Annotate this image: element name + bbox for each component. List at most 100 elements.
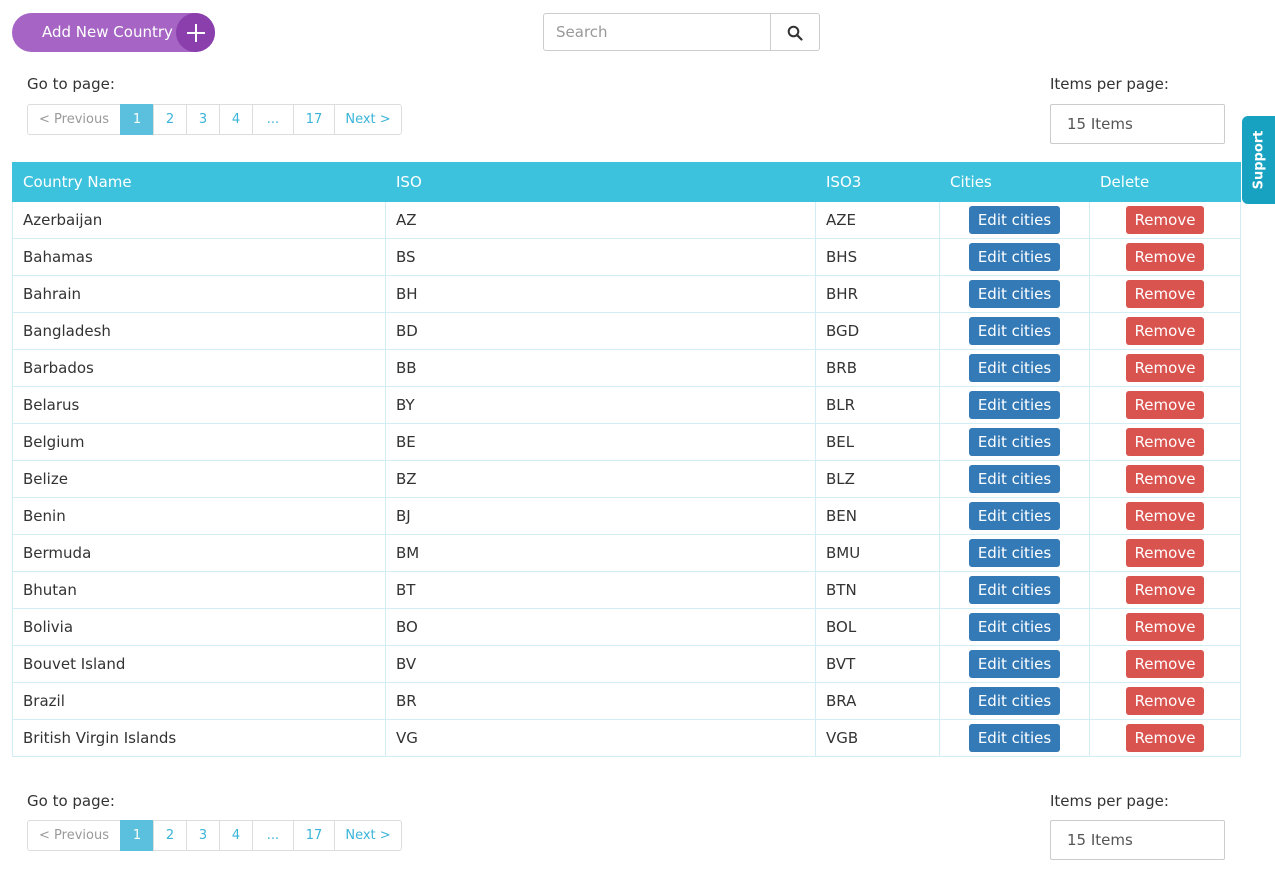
search-input[interactable] <box>544 14 770 50</box>
iso-cell: BE <box>385 423 816 461</box>
page-1-button[interactable]: 1 <box>120 104 154 135</box>
column-header-iso[interactable]: ISO <box>385 162 816 202</box>
edit-cities-button[interactable]: Edit cities <box>968 354 1061 382</box>
page-ellipsis[interactable]: ... <box>252 104 294 135</box>
page-4-button[interactable]: 4 <box>219 104 253 135</box>
cities-cell: Edit cities <box>939 534 1090 572</box>
support-tab[interactable]: Support <box>1242 116 1275 204</box>
page-2-button[interactable]: 2 <box>153 820 187 851</box>
cities-cell: Edit cities <box>939 497 1090 535</box>
delete-cell: Remove <box>1089 201 1241 239</box>
remove-button[interactable]: Remove <box>1125 502 1205 530</box>
page-1-button[interactable]: 1 <box>120 820 154 851</box>
remove-button[interactable]: Remove <box>1125 317 1205 345</box>
page-3-button[interactable]: 3 <box>186 104 220 135</box>
next-page-button[interactable]: Next > <box>334 104 402 135</box>
country-name-cell: Bouvet Island <box>12 645 386 683</box>
iso-cell: BT <box>385 571 816 609</box>
remove-button[interactable]: Remove <box>1125 354 1205 382</box>
remove-button[interactable]: Remove <box>1125 576 1205 604</box>
previous-page-button[interactable]: < Previous <box>27 820 121 851</box>
edit-cities-button[interactable]: Edit cities <box>968 687 1061 715</box>
remove-button[interactable]: Remove <box>1125 613 1205 641</box>
remove-button[interactable]: Remove <box>1125 650 1205 678</box>
table-row: Bouvet Island BV BVT Edit cities Remove <box>12 645 1241 683</box>
column-header-cities: Cities <box>939 162 1090 202</box>
items-per-page-label-bottom: Items per page: <box>1050 792 1169 810</box>
table-row: Benin BJ BEN Edit cities Remove <box>12 497 1241 535</box>
previous-page-button[interactable]: < Previous <box>27 104 121 135</box>
edit-cities-button[interactable]: Edit cities <box>968 391 1061 419</box>
cities-cell: Edit cities <box>939 386 1090 424</box>
remove-button[interactable]: Remove <box>1125 687 1205 715</box>
iso3-cell: VGB <box>815 719 940 757</box>
cities-cell: Edit cities <box>939 349 1090 387</box>
edit-cities-button[interactable]: Edit cities <box>968 650 1061 678</box>
country-name-cell: Bahrain <box>12 275 386 313</box>
edit-cities-button[interactable]: Edit cities <box>968 280 1061 308</box>
iso-cell: BS <box>385 238 816 276</box>
column-header-iso3[interactable]: ISO3 <box>815 162 940 202</box>
edit-cities-button[interactable]: Edit cities <box>968 502 1061 530</box>
country-name-cell: Bermuda <box>12 534 386 572</box>
items-per-page-label-top: Items per page: <box>1050 75 1169 93</box>
table-row: Bermuda BM BMU Edit cities Remove <box>12 534 1241 572</box>
iso-cell: BJ <box>385 497 816 535</box>
items-per-page-select-top[interactable]: 15 Items <box>1050 104 1225 144</box>
column-header-country-name[interactable]: Country Name <box>12 162 386 202</box>
iso-cell: BV <box>385 645 816 683</box>
delete-cell: Remove <box>1089 534 1241 572</box>
cities-cell: Edit cities <box>939 312 1090 350</box>
iso-cell: BO <box>385 608 816 646</box>
remove-button[interactable]: Remove <box>1125 724 1205 752</box>
iso3-cell: BRA <box>815 682 940 720</box>
edit-cities-button[interactable]: Edit cities <box>968 613 1061 641</box>
remove-button[interactable]: Remove <box>1125 465 1205 493</box>
delete-cell: Remove <box>1089 571 1241 609</box>
country-name-cell: Bhutan <box>12 571 386 609</box>
delete-cell: Remove <box>1089 682 1241 720</box>
remove-button[interactable]: Remove <box>1125 391 1205 419</box>
remove-button[interactable]: Remove <box>1125 206 1205 234</box>
search-icon <box>787 25 803 41</box>
page-17-button[interactable]: 17 <box>293 820 335 851</box>
edit-cities-button[interactable]: Edit cities <box>968 317 1061 345</box>
table-row: Brazil BR BRA Edit cities Remove <box>12 682 1241 720</box>
pagination-bottom: < Previous 1 2 3 4 ... 17 Next > <box>27 820 402 851</box>
page-17-button[interactable]: 17 <box>293 104 335 135</box>
edit-cities-button[interactable]: Edit cities <box>968 724 1061 752</box>
iso3-cell: BVT <box>815 645 940 683</box>
countries-table: Country Name ISO ISO3 Cities Delete Azer… <box>12 162 1241 757</box>
add-new-country-label: Add New Country <box>42 23 173 41</box>
country-name-cell: Benin <box>12 497 386 535</box>
table-row: Belarus BY BLR Edit cities Remove <box>12 386 1241 424</box>
page-ellipsis[interactable]: ... <box>252 820 294 851</box>
page-4-button[interactable]: 4 <box>219 820 253 851</box>
iso3-cell: BOL <box>815 608 940 646</box>
cities-cell: Edit cities <box>939 275 1090 313</box>
next-page-button[interactable]: Next > <box>334 820 402 851</box>
items-per-page-select-bottom[interactable]: 15 Items <box>1050 820 1225 860</box>
remove-button[interactable]: Remove <box>1125 539 1205 567</box>
cities-cell: Edit cities <box>939 608 1090 646</box>
iso3-cell: BHS <box>815 238 940 276</box>
iso-cell: BH <box>385 275 816 313</box>
iso-cell: BD <box>385 312 816 350</box>
delete-cell: Remove <box>1089 238 1241 276</box>
edit-cities-button[interactable]: Edit cities <box>968 243 1061 271</box>
page-2-button[interactable]: 2 <box>153 104 187 135</box>
edit-cities-button[interactable]: Edit cities <box>968 539 1061 567</box>
table-body: Azerbaijan AZ AZE Edit cities Remove Bahamas B… <box>12 201 1241 757</box>
remove-button[interactable]: Remove <box>1125 428 1205 456</box>
table-row: Bhutan BT BTN Edit cities Remove <box>12 571 1241 609</box>
edit-cities-button[interactable]: Edit cities <box>968 428 1061 456</box>
remove-button[interactable]: Remove <box>1125 280 1205 308</box>
edit-cities-button[interactable]: Edit cities <box>968 465 1061 493</box>
search-button[interactable] <box>770 14 819 50</box>
cities-cell: Edit cities <box>939 238 1090 276</box>
page-3-button[interactable]: 3 <box>186 820 220 851</box>
remove-button[interactable]: Remove <box>1125 243 1205 271</box>
edit-cities-button[interactable]: Edit cities <box>968 206 1061 234</box>
add-new-country-button[interactable]: Add New Country <box>12 13 215 52</box>
edit-cities-button[interactable]: Edit cities <box>968 576 1061 604</box>
